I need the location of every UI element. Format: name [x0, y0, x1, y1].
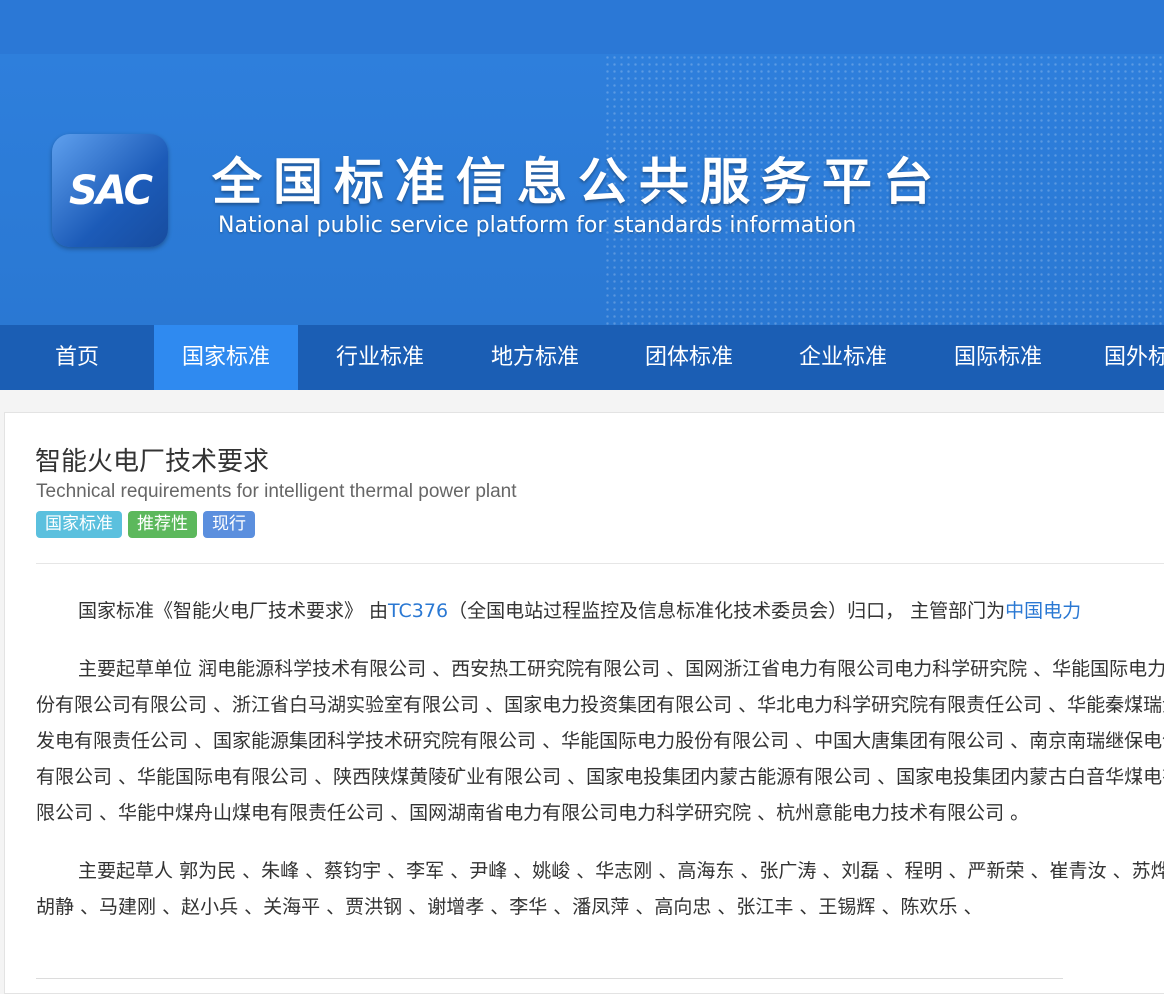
badge-current: 现行 [203, 511, 255, 538]
nav-international-standards[interactable]: 国际标准 [916, 325, 1080, 390]
top-bar [0, 0, 1164, 54]
drafting-units-list: 润电能源科学技术有限公司 、西安热工研究院有限公司 、国网浙江省电力有限公司电力… [36, 658, 1164, 824]
drafting-units-label: 主要起草单位 [78, 658, 193, 680]
sac-logo[interactable]: SAC [52, 134, 168, 247]
nav-home[interactable]: 首页 [0, 325, 154, 390]
main-nav: 首页 国家标准 行业标准 地方标准 团体标准 企业标准 国际标准 国外标 [0, 325, 1164, 390]
standard-title-en: Technical requirements for intelligent t… [36, 481, 517, 502]
nav-local-standards[interactable]: 地方标准 [462, 325, 608, 390]
nav-national-standards[interactable]: 国家标准 [154, 325, 298, 390]
section-divider [36, 978, 1063, 979]
drafters-list: 郭为民 、朱峰 、蔡钧宇 、李军 、尹峰 、姚峻 、华志刚 、高海东 、张广涛 … [36, 860, 1164, 918]
drafters-paragraph: 主要起草人 郭为民 、朱峰 、蔡钧宇 、李军 、尹峰 、姚峻 、华志刚 、高海东… [36, 853, 1164, 925]
status-badges: 国家标准 推荐性 现行 [36, 511, 255, 538]
standard-title-cn: 智能火电厂技术要求 [35, 447, 270, 477]
tc-link[interactable]: TC376 [388, 600, 448, 622]
site-title: 全国标准信息公共服务平台 [212, 153, 944, 211]
nav-industry-standards[interactable]: 行业标准 [298, 325, 462, 390]
intro-paragraph: 国家标准《智能火电厂技术要求》 由TC376（全国电站过程监控及信息标准化技术委… [36, 593, 1164, 629]
intro-prefix: 国家标准《智能火电厂技术要求》 由 [78, 600, 389, 622]
drafters-label: 主要起草人 [78, 860, 174, 882]
nav-group-standards[interactable]: 团体标准 [608, 325, 770, 390]
department-link[interactable]: 中国电力 [1005, 600, 1081, 622]
nav-foreign-standards[interactable]: 国外标 [1080, 325, 1164, 390]
nav-enterprise-standards[interactable]: 企业标准 [770, 325, 916, 390]
site-banner: SAC 全国标准信息公共服务平台 National public service… [0, 54, 1164, 325]
drafting-units-paragraph: 主要起草单位 润电能源科学技术有限公司 、西安热工研究院有限公司 、国网浙江省电… [36, 651, 1164, 831]
intro-middle: （全国电站过程监控及信息标准化技术委员会）归口， 主管部门为 [448, 600, 1006, 622]
site-subtitle: National public service platform for sta… [218, 213, 857, 238]
standard-detail-card: 智能火电厂技术要求 Technical requirements for int… [4, 412, 1164, 994]
badge-recommended: 推荐性 [128, 511, 197, 538]
badge-national-standard: 国家标准 [36, 511, 122, 538]
divider [36, 563, 1164, 564]
logo-text: SAC [69, 167, 153, 214]
